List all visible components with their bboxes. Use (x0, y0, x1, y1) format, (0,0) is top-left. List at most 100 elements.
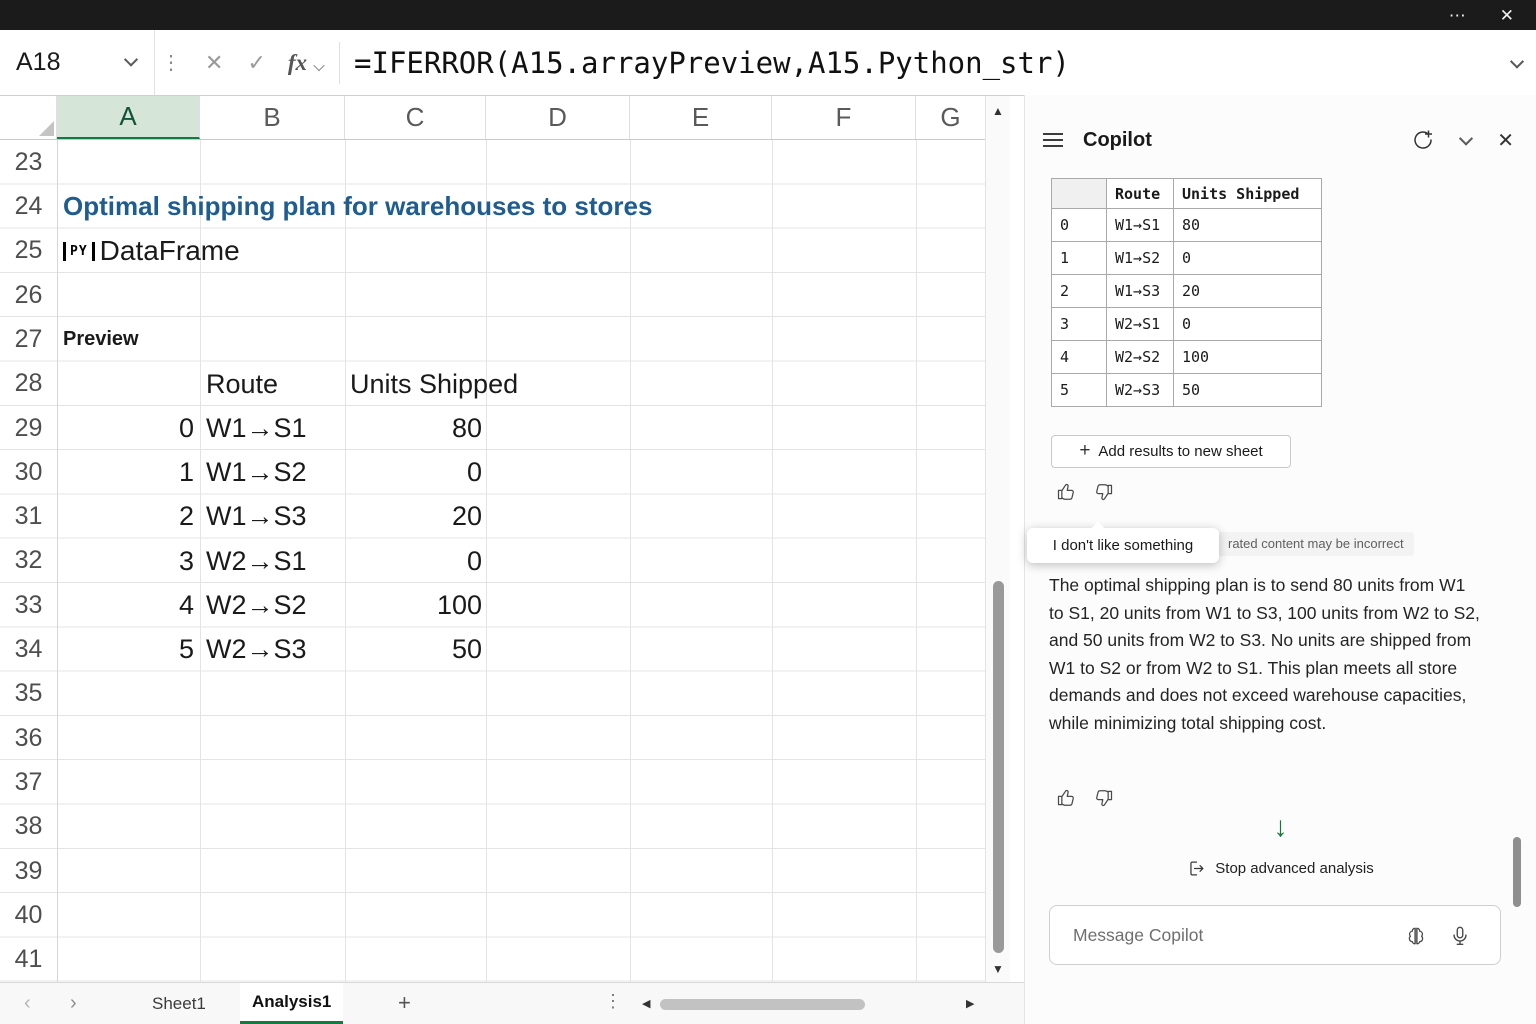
route-cell: W1→S3 (1107, 275, 1174, 308)
thumbs-up-icon[interactable] (1055, 481, 1077, 503)
row-header[interactable]: 32 (0, 539, 57, 583)
formula-bar-expand-icon[interactable] (1510, 55, 1524, 69)
scroll-up-icon[interactable]: ▲ (986, 104, 1010, 118)
sheet-grid[interactable]: 23 24 25 26 27 28 29 30 31 32 33 34 35 3… (0, 140, 985, 982)
microphone-icon[interactable] (1448, 924, 1472, 948)
column-header-f[interactable]: F (772, 96, 916, 139)
cell-c34[interactable]: 50 (345, 627, 482, 671)
cell-c33[interactable]: 100 (345, 583, 482, 627)
row-header[interactable]: 40 (0, 893, 57, 937)
table-row: 0 W1→S1 80 (1052, 209, 1322, 242)
row-index: 0 (1052, 209, 1107, 242)
copilot-close-icon[interactable]: ✕ (1497, 128, 1514, 153)
grid-vertical-scrollbar[interactable]: ▲ ▼ (985, 96, 1010, 982)
row-header[interactable]: 33 (0, 583, 57, 627)
cell-a27-preview[interactable]: Preview (63, 317, 139, 361)
column-header-a[interactable]: A (57, 96, 200, 139)
cell-a33[interactable]: 4 (57, 583, 194, 627)
tabbar-more-icon[interactable]: ⋮ (604, 991, 622, 1012)
row-header[interactable]: 39 (0, 849, 57, 893)
cell-b31[interactable]: W1→S3 (206, 494, 307, 538)
message-input[interactable] (1050, 906, 1380, 964)
row-header[interactable]: 26 (0, 273, 57, 317)
row-header[interactable]: 29 (0, 406, 57, 450)
stop-analysis-button[interactable]: Stop advanced analysis (1025, 859, 1536, 878)
sheet-tab-analysis1[interactable]: Analysis1 (240, 983, 343, 1024)
vertical-scroll-thumb[interactable] (993, 581, 1004, 953)
cell-c32[interactable]: 0 (345, 539, 482, 583)
collapse-chevron-icon[interactable] (1461, 135, 1471, 145)
advanced-analysis-brain-icon[interactable] (1404, 924, 1428, 948)
select-all-corner[interactable] (0, 96, 57, 139)
row-header[interactable]: 23 (0, 140, 57, 184)
thumbs-up-icon[interactable] (1055, 787, 1077, 809)
cell-c31[interactable]: 20 (345, 494, 482, 538)
cell-b29[interactable]: W1→S1 (206, 406, 307, 450)
row-header[interactable]: 28 (0, 362, 57, 406)
row-header[interactable]: 38 (0, 805, 57, 849)
cell-c30[interactable]: 0 (345, 450, 482, 494)
row-header[interactable]: 37 (0, 760, 57, 804)
cell-c29[interactable]: 80 (345, 406, 482, 450)
sheet-tab-sheet1[interactable]: Sheet1 (140, 983, 218, 1024)
row-header[interactable]: 30 (0, 450, 57, 494)
row-header[interactable]: 25 (0, 229, 57, 273)
cell-a24-title[interactable]: Optimal shipping plan for warehouses to … (63, 184, 652, 228)
row-header[interactable]: 24 (0, 184, 57, 228)
formula-bar-drag-handle-icon[interactable]: ⋮ (155, 50, 193, 75)
window-close-button[interactable]: ✕ (1500, 7, 1514, 24)
menu-icon[interactable] (1043, 139, 1063, 141)
stop-analysis-label: Stop advanced analysis (1215, 860, 1373, 877)
cell-b30[interactable]: W1→S2 (206, 450, 307, 494)
add-sheet-button[interactable]: + (398, 990, 411, 1016)
formula-bar: A18 ⋮ ✕ ✓ fx =IFERROR(A15.arrayPreview,A… (0, 30, 1536, 96)
cell-a34[interactable]: 5 (57, 627, 194, 671)
row-header[interactable]: 31 (0, 495, 57, 539)
formula-enter-icon[interactable]: ✓ (235, 50, 277, 76)
thumbs-down-icon[interactable] (1093, 787, 1115, 809)
window-titlebar: ⋯ ✕ (0, 0, 1536, 30)
copilot-scroll-thumb[interactable] (1513, 837, 1521, 907)
ai-disclaimer: rated content may be incorrect (1218, 532, 1414, 556)
copilot-result-table: Route Units Shipped 0 W1→S1 80 1 W1→S2 0… (1051, 178, 1322, 407)
scroll-left-icon[interactable]: ◀ (642, 997, 650, 1010)
name-box-chevron-icon[interactable] (124, 53, 138, 67)
formula-cancel-icon[interactable]: ✕ (193, 50, 235, 76)
window-more-button[interactable]: ⋯ (1449, 7, 1466, 24)
cell-b28-route-header[interactable]: Route (206, 362, 278, 406)
row-header[interactable]: 36 (0, 716, 57, 760)
row-header[interactable]: 34 (0, 627, 57, 671)
cell-a32[interactable]: 3 (57, 539, 194, 583)
cell-a31[interactable]: 2 (57, 494, 194, 538)
column-header-g[interactable]: G (916, 96, 985, 139)
cell-name-box[interactable]: A18 (0, 30, 155, 95)
cell-a25-dataframe[interactable]: PY DataFrame (63, 229, 240, 273)
row-header[interactable]: 27 (0, 317, 57, 361)
insert-function-icon[interactable]: fx (278, 50, 311, 76)
route-cell: W2→S3 (1107, 374, 1174, 407)
cell-a29[interactable]: 0 (57, 406, 194, 450)
column-header-e[interactable]: E (630, 96, 772, 139)
cell-c28-units-header[interactable]: Units Shipped (350, 362, 518, 406)
horizontal-scroll-thumb[interactable] (660, 999, 865, 1010)
cell-b34[interactable]: W2→S3 (206, 627, 307, 671)
formula-input[interactable]: =IFERROR(A15.arrayPreview,A15.Python_str… (354, 46, 1070, 80)
column-header-b[interactable]: B (200, 96, 345, 139)
prev-sheet-icon[interactable]: ‹ (24, 992, 31, 1015)
next-sheet-icon[interactable]: › (70, 992, 77, 1015)
thumbs-down-icon[interactable] (1093, 481, 1115, 503)
cell-a30[interactable]: 1 (57, 450, 194, 494)
scroll-to-bottom-icon[interactable]: ↓ (1025, 811, 1536, 843)
cell-b33[interactable]: W2→S2 (206, 583, 307, 627)
add-results-button[interactable]: + Add results to new sheet (1051, 435, 1291, 468)
row-header[interactable]: 35 (0, 672, 57, 716)
cell-b32[interactable]: W2→S1 (206, 539, 307, 583)
scroll-down-icon[interactable]: ▼ (986, 962, 1010, 976)
fx-chevron-icon[interactable] (313, 59, 324, 70)
row-header[interactable]: 41 (0, 938, 57, 982)
new-chat-icon[interactable] (1411, 128, 1435, 152)
column-header-c[interactable]: C (345, 96, 486, 139)
table-row: 1 W1→S2 0 (1052, 242, 1322, 275)
scroll-right-icon[interactable]: ▶ (966, 997, 974, 1010)
column-header-d[interactable]: D (486, 96, 630, 139)
